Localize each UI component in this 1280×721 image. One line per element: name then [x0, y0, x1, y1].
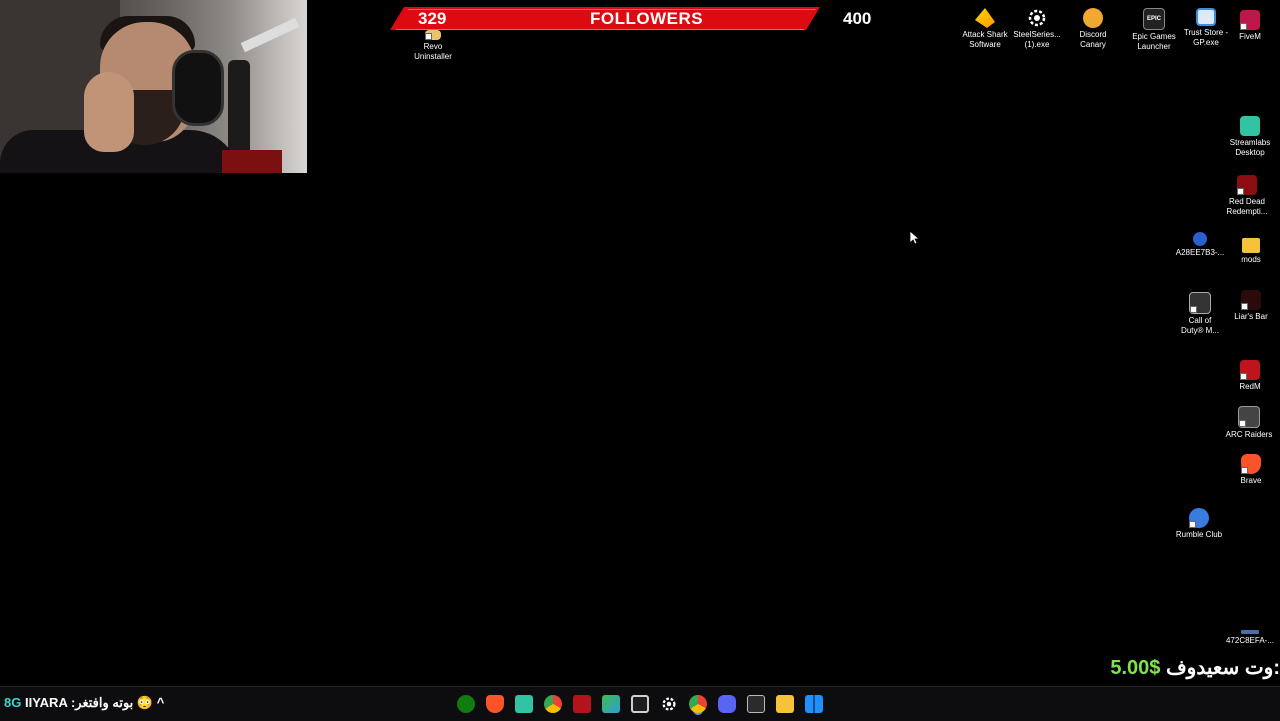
liars-bar-icon [1241, 290, 1261, 310]
desktop-icon-label: FiveM [1239, 32, 1261, 41]
desktop-icon-label: Brave [1240, 476, 1262, 485]
file-explorer-icon[interactable] [776, 695, 794, 713]
revo-uninstaller-icon [425, 30, 441, 40]
trust-store-icon [1196, 8, 1216, 26]
followers-goal-bar: 329 FOLLOWERS [390, 7, 820, 30]
desktop-icon-liars-bar[interactable]: Liar's Bar [1221, 290, 1280, 322]
desktop-icon-revo-uninstaller[interactable]: Revo Uninstaller [403, 30, 463, 62]
call-of-duty-icon [1189, 292, 1211, 314]
donation-text: وت سعيدوف: [1165, 657, 1280, 679]
desktop-icon-mods[interactable]: mods [1221, 238, 1280, 265]
desktop-icon-label: mods [1241, 255, 1261, 264]
red-app-icon[interactable] [573, 695, 591, 713]
webcam-overlay [0, 0, 307, 173]
desktop-icon-fivem[interactable]: FiveM [1220, 10, 1280, 42]
desktop-icon-red-dead[interactable]: Red Dead Redempti... [1217, 175, 1277, 217]
chat-message: IIYARA :بوته وافتغر 😳 [24, 695, 154, 710]
desktop-icon-label: 472C8EFA-... [1225, 636, 1275, 645]
chat-badge: 8G [4, 695, 22, 710]
fivem-icon [1240, 10, 1260, 30]
followers-goal: 400 [843, 9, 872, 28]
redm-icon [1240, 360, 1260, 380]
window-icon[interactable] [631, 695, 649, 713]
desktop-icon-label: Liar's Bar [1234, 312, 1268, 321]
brave-icon[interactable] [486, 695, 504, 713]
472c8efa-icon [1241, 630, 1259, 634]
store-icon[interactable] [747, 695, 765, 713]
epic-games-icon: EPIC [1143, 8, 1165, 30]
followers-current: 329 [418, 9, 447, 28]
streamlabs-icon [1240, 116, 1260, 136]
desktop-icon-attack-shark[interactable]: Attack Shark Software [955, 8, 1015, 50]
mouse-cursor-icon [909, 230, 921, 250]
desktop-icon-streamlabs[interactable]: Streamlabs Desktop [1220, 116, 1280, 158]
chevron-up-icon[interactable]: ^ [157, 695, 165, 710]
donation-amount: 5.00$ [1110, 657, 1161, 679]
desktop-icon-redm[interactable]: RedM [1220, 360, 1280, 392]
steelseries-icon [1027, 8, 1047, 28]
donation-alert: 5.00$ وت سعيدوف: [1110, 655, 1280, 680]
desktop-icon-steelseries[interactable]: SteelSeries... (1).exe [1007, 8, 1067, 50]
desktop-icon-rumble-club[interactable]: Rumble Club [1169, 508, 1229, 540]
windows-icon[interactable] [805, 695, 823, 713]
arc-raiders-icon [1238, 406, 1260, 428]
attack-shark-icon [975, 8, 995, 28]
streamlabs-icon[interactable] [515, 695, 533, 713]
xbox-icon[interactable] [457, 695, 475, 713]
desktop-icon-label: Rumble Club [1175, 530, 1223, 539]
red-dead-icon [1237, 175, 1257, 195]
desktop-icon-label: SteelSeries... (1).exe [1013, 30, 1061, 49]
steelseries-icon[interactable] [660, 695, 678, 713]
desktop-icon-label: Discord Canary [1079, 30, 1107, 49]
desktop-icon-label: Streamlabs Desktop [1229, 138, 1271, 157]
folder-icon [1242, 238, 1260, 253]
followers-label: FOLLOWERS [590, 9, 704, 28]
desktop-icon-arc-raiders[interactable]: ARC Raiders [1219, 406, 1279, 440]
desktop-icon-label: RedM [1239, 382, 1261, 391]
desktop-icon-label: Red Dead Redempti... [1226, 197, 1268, 216]
rumble-club-icon [1189, 508, 1209, 528]
chrome-icon[interactable] [689, 695, 707, 713]
a28ee7b3-icon [1193, 232, 1207, 246]
chrome-color-icon[interactable] [544, 695, 562, 713]
desktop-icon-label: Epic Games Launcher [1132, 32, 1176, 51]
widgets-icon[interactable] [602, 695, 620, 713]
chat-ticker: 8G IIYARA :بوته وافتغر 😳 ^ [4, 695, 164, 711]
desktop-icon-label: Revo Uninstaller [414, 42, 452, 61]
desktop-icon-epic-games[interactable]: EPIC Epic Games Launcher [1124, 8, 1184, 52]
desktop-icon-brave[interactable]: Brave [1221, 454, 1280, 486]
desktop-icon-label: Attack Shark Software [962, 30, 1008, 49]
desktop-icon-discord-canary[interactable]: Discord Canary [1063, 8, 1123, 50]
desktop-icon-472c8efa[interactable]: 472C8EFA-... [1220, 630, 1280, 646]
taskbar [0, 686, 1280, 721]
discord-canary-icon [1083, 8, 1103, 28]
discord-icon[interactable] [718, 695, 736, 713]
desktop-icon-label: ARC Raiders [1225, 430, 1273, 439]
brave-icon [1241, 454, 1261, 474]
